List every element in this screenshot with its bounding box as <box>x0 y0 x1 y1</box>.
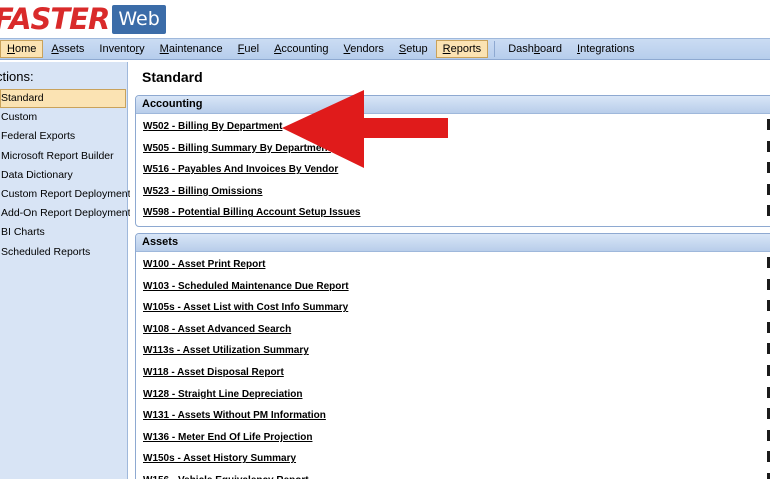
report-link[interactable]: W118 - Asset Disposal Report <box>143 367 284 378</box>
menu-item-reports[interactable]: Reports <box>435 40 489 58</box>
list-item: W113s - Asset Utilization Summary <box>136 338 770 360</box>
sidebar-item-custom[interactable]: Custom <box>0 108 126 127</box>
sidebar-item-microsoft-report-builder[interactable]: Microsoft Report Builder <box>0 147 126 166</box>
report-link[interactable]: W105s - Asset List with Cost Info Summar… <box>143 302 348 313</box>
menu-item-label: Home <box>7 43 37 55</box>
report-link[interactable]: W136 - Meter End Of Life Projection <box>143 432 312 443</box>
sidebar-item-custom-report-deployment[interactable]: Custom Report Deployment <box>0 185 131 204</box>
list-item: W128 - Straight Line Depreciation <box>136 382 770 404</box>
menu-item-accounting[interactable]: Accounting <box>267 40 335 58</box>
menu-item-label: Maintenance <box>159 43 223 55</box>
sidebar-item-scheduled-reports[interactable]: Scheduled Reports <box>0 243 126 262</box>
list-item: W136 - Meter End Of Life Projection <box>136 425 770 447</box>
report-link[interactable]: W131 - Assets Without PM Information <box>143 410 326 421</box>
faster-web-logo[interactable]: FASTER Web <box>0 3 166 35</box>
main-content: Standard Accounting W502 - Billing By Dep… <box>130 62 770 479</box>
report-link[interactable]: W113s - Asset Utilization Summary <box>143 345 309 356</box>
menu-item-label: Reports <box>442 43 482 55</box>
sidebar-item-standard[interactable]: Standard <box>0 89 126 108</box>
report-link[interactable]: W128 - Straight Line Depreciation <box>143 389 302 400</box>
logo-wordmark: FASTER <box>0 2 110 36</box>
report-section-accounting: Accounting W502 - Billing By Department W5… <box>135 95 770 227</box>
report-link[interactable]: W103 - Scheduled Maintenance Due Report <box>143 281 349 292</box>
report-link[interactable]: W108 - Asset Advanced Search <box>143 324 291 335</box>
list-item: W131 - Assets Without PM Information <box>136 403 770 425</box>
menu-item-vendors[interactable]: Vendors <box>337 40 391 58</box>
list-item: W523 - Billing Omissions <box>136 179 770 201</box>
list-item: W103 - Scheduled Maintenance Due Report <box>136 274 770 296</box>
list-item: W108 - Asset Advanced Search <box>136 317 770 339</box>
app-header: FASTER Web <box>0 0 770 38</box>
sidebar-action-list: Standard Custom Federal Exports Microsoft R… <box>0 89 131 262</box>
page-title: Standard <box>142 69 203 85</box>
menu-separator <box>494 41 496 57</box>
section-header: Accounting <box>136 96 770 114</box>
sidebar-item-federal-exports[interactable]: Federal Exports <box>0 127 126 146</box>
main-menu-bar: Home Assets Inventory Maintenance Fuel Accoun… <box>0 38 770 60</box>
report-link[interactable]: W502 - Billing By Department <box>143 121 282 132</box>
section-header: Assets <box>136 234 770 252</box>
report-section-assets: Assets W100 - Asset Print Report W103 - Sc… <box>135 233 770 479</box>
list-item: W100 - Asset Print Report <box>136 252 770 274</box>
menu-item-home[interactable]: Home <box>0 40 44 58</box>
red-pointer-arrow-icon <box>282 90 448 168</box>
list-item: W105s - Asset List with Cost Info Summar… <box>136 295 770 317</box>
list-item: W118 - Asset Disposal Report <box>136 360 770 382</box>
menu-item-label: Inventory <box>99 43 145 55</box>
menu-item-inventory[interactable]: Inventory <box>92 40 151 58</box>
menu-item-integrations[interactable]: Integrations <box>570 40 642 58</box>
list-item: W516 - Payables And Invoices By Vendor <box>136 157 770 179</box>
sidebar-item-add-on-report-deployment[interactable]: Add-On Report Deployment <box>0 204 131 223</box>
menu-item-label: Dashboard <box>508 43 563 55</box>
report-link[interactable]: W523 - Billing Omissions <box>143 186 262 197</box>
actions-sidebar: ctions: StandardCustomFederal ExportsMic… <box>0 62 131 479</box>
menu-item-fuel[interactable]: Fuel <box>231 40 266 58</box>
list-item: W150s - Asset History Summary <box>136 446 770 468</box>
logo-badge: Web <box>112 4 166 34</box>
sidebar-title: ctions: <box>0 69 34 84</box>
menu-item-label: Setup <box>398 43 428 55</box>
menu-item-label: Integrations <box>577 43 635 55</box>
sidebar-item-data-dictionary[interactable]: Data Dictionary <box>0 166 126 185</box>
report-link[interactable]: W100 - Asset Print Report <box>143 259 265 270</box>
list-item: W502 - Billing By Department <box>136 114 770 136</box>
menu-item-label: Fuel <box>237 43 260 55</box>
menu-item-maintenance[interactable]: Maintenance <box>153 40 230 58</box>
report-link[interactable]: W150s - Asset History Summary <box>143 453 296 464</box>
menu-item-label: Vendors <box>343 43 384 55</box>
menu-item-label: Assets <box>51 43 85 55</box>
menu-item-dashboard[interactable]: Dashboard <box>501 40 569 58</box>
menu-item-assets[interactable]: Assets <box>44 40 91 58</box>
list-item: W156 - Vehicle Equivalency Report <box>136 468 770 479</box>
list-item: W505 - Billing Summary By Department <box>136 136 770 158</box>
sidebar-item-bi-charts[interactable]: BI Charts <box>0 223 126 242</box>
report-link[interactable]: W598 - Potential Billing Account Setup I… <box>143 207 360 218</box>
menu-item-label: Accounting <box>274 43 329 55</box>
list-item: W598 - Potential Billing Account Setup I… <box>136 200 770 222</box>
menu-item-setup[interactable]: Setup <box>392 40 435 58</box>
report-link[interactable]: W156 - Vehicle Equivalency Report <box>143 475 309 479</box>
